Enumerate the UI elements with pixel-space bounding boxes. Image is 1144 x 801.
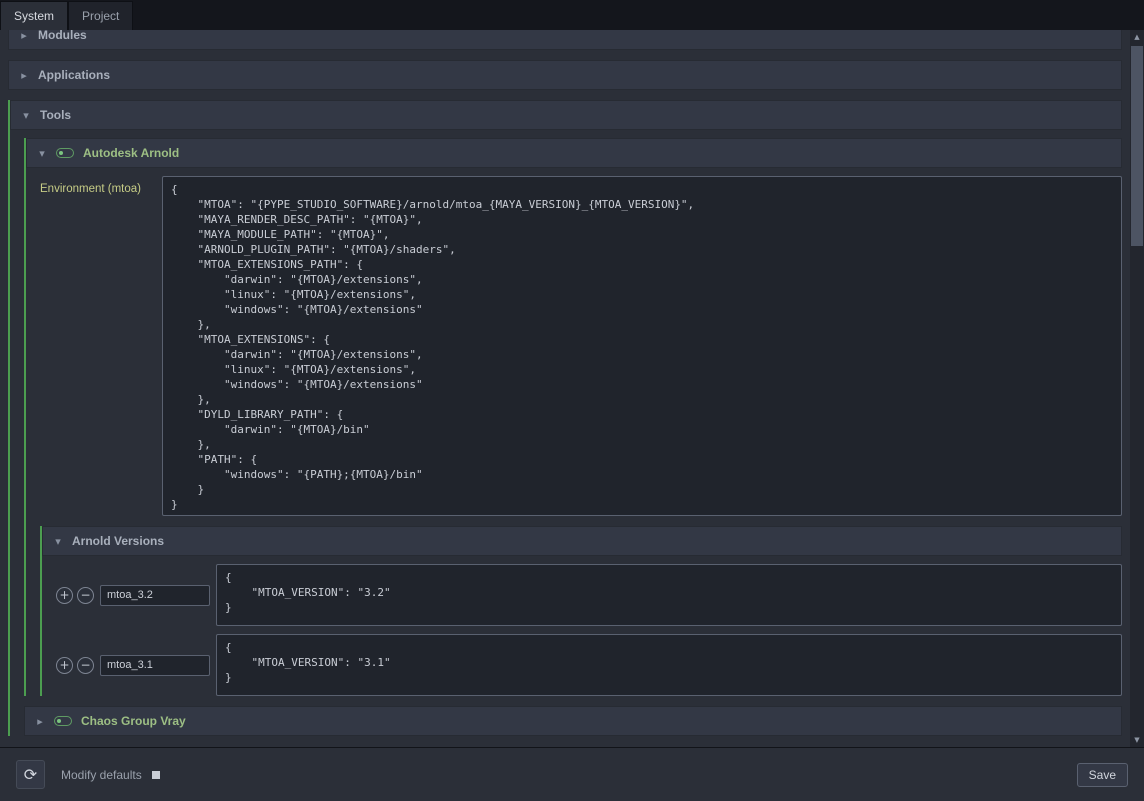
section-header-modules[interactable]: ▸ Modules (8, 30, 1122, 50)
version-key-input[interactable] (100, 655, 210, 676)
save-button[interactable]: Save (1077, 763, 1128, 787)
section-header-applications[interactable]: ▸ Applications (8, 60, 1122, 90)
expanded-arrow-icon: ▾ (37, 147, 47, 160)
arnold-versions-group: ▾ Arnold Versions + − { "MTOA_VERSION": … (40, 526, 1122, 696)
section-label-modules: Modules (38, 30, 87, 42)
expanded-arrow-icon: ▾ (21, 109, 31, 122)
tools-section: ▾ Tools ▾ Autodesk Arnold Environment (m… (8, 100, 1122, 736)
autodesk-arnold-body: Environment (mtoa) { "MTOA": "{PYPE_STUD… (26, 176, 1122, 696)
section-label-tools: Tools (40, 108, 71, 122)
section-header-autodesk-arnold[interactable]: ▾ Autodesk Arnold (26, 138, 1122, 168)
section-label-applications: Applications (38, 68, 110, 82)
vertical-scrollbar[interactable]: ▲ ▼ (1130, 30, 1144, 747)
environment-json-editor[interactable]: { "MTOA": "{PYPE_STUDIO_SOFTWARE}/arnold… (162, 176, 1122, 516)
scrollbar-thumb[interactable] (1131, 46, 1143, 246)
group-enabled-toggle-icon[interactable] (54, 716, 72, 726)
scroll-down-arrow-icon[interactable]: ▼ (1130, 733, 1144, 747)
version-row-mtoa-3-2: + − { "MTOA_VERSION": "3.2" } (56, 564, 1122, 626)
version-json-editor[interactable]: { "MTOA_VERSION": "3.1" } (216, 634, 1122, 696)
refresh-button[interactable]: ⟳ (16, 760, 45, 789)
add-item-button[interactable]: + (56, 657, 73, 674)
environment-field-label: Environment (mtoa) (40, 176, 162, 195)
remove-item-button[interactable]: − (77, 587, 94, 604)
autodesk-arnold-group: ▾ Autodesk Arnold Environment (mtoa) { "… (24, 138, 1122, 696)
remove-item-button[interactable]: − (77, 657, 94, 674)
group-enabled-toggle-icon[interactable] (56, 148, 74, 158)
section-label-chaos-group-vray: Chaos Group Vray (81, 714, 186, 728)
environment-field-row: Environment (mtoa) { "MTOA": "{PYPE_STUD… (40, 176, 1122, 516)
tab-project[interactable]: Project (68, 1, 133, 30)
scroll-up-arrow-icon[interactable]: ▲ (1130, 30, 1144, 44)
expanded-arrow-icon: ▾ (53, 535, 63, 548)
section-header-chaos-group-vray[interactable]: ▸ Chaos Group Vray (24, 706, 1122, 736)
collapsed-arrow-icon: ▸ (35, 715, 45, 728)
version-key-input[interactable] (100, 585, 210, 606)
refresh-icon: ⟳ (24, 765, 37, 784)
settings-window: System Project ▸ Modules ▸ Applications … (0, 0, 1144, 801)
modify-defaults-label: Modify defaults (61, 768, 142, 782)
version-json-editor[interactable]: { "MTOA_VERSION": "3.2" } (216, 564, 1122, 626)
section-label-autodesk-arnold: Autodesk Arnold (83, 146, 179, 160)
collapsed-arrow-icon: ▸ (19, 69, 29, 82)
footer-bar: ⟳ Modify defaults Save (0, 747, 1144, 801)
arnold-versions-body: + − { "MTOA_VERSION": "3.2" } + − (42, 564, 1122, 696)
section-header-arnold-versions[interactable]: ▾ Arnold Versions (42, 526, 1122, 556)
modify-defaults-checkbox[interactable] (152, 771, 160, 779)
collapsed-arrow-icon: ▸ (19, 30, 29, 42)
tab-bar: System Project (0, 0, 1144, 30)
settings-scroll-area: ▸ Modules ▸ Applications ▾ Tools ▾ Autod… (0, 30, 1130, 747)
section-header-tools[interactable]: ▾ Tools (10, 100, 1122, 130)
section-label-arnold-versions: Arnold Versions (72, 534, 164, 548)
version-row-mtoa-3-1: + − { "MTOA_VERSION": "3.1" } (56, 634, 1122, 696)
tools-section-body: ▾ Autodesk Arnold Environment (mtoa) { "… (10, 138, 1122, 736)
add-item-button[interactable]: + (56, 587, 73, 604)
tab-system[interactable]: System (0, 1, 68, 30)
